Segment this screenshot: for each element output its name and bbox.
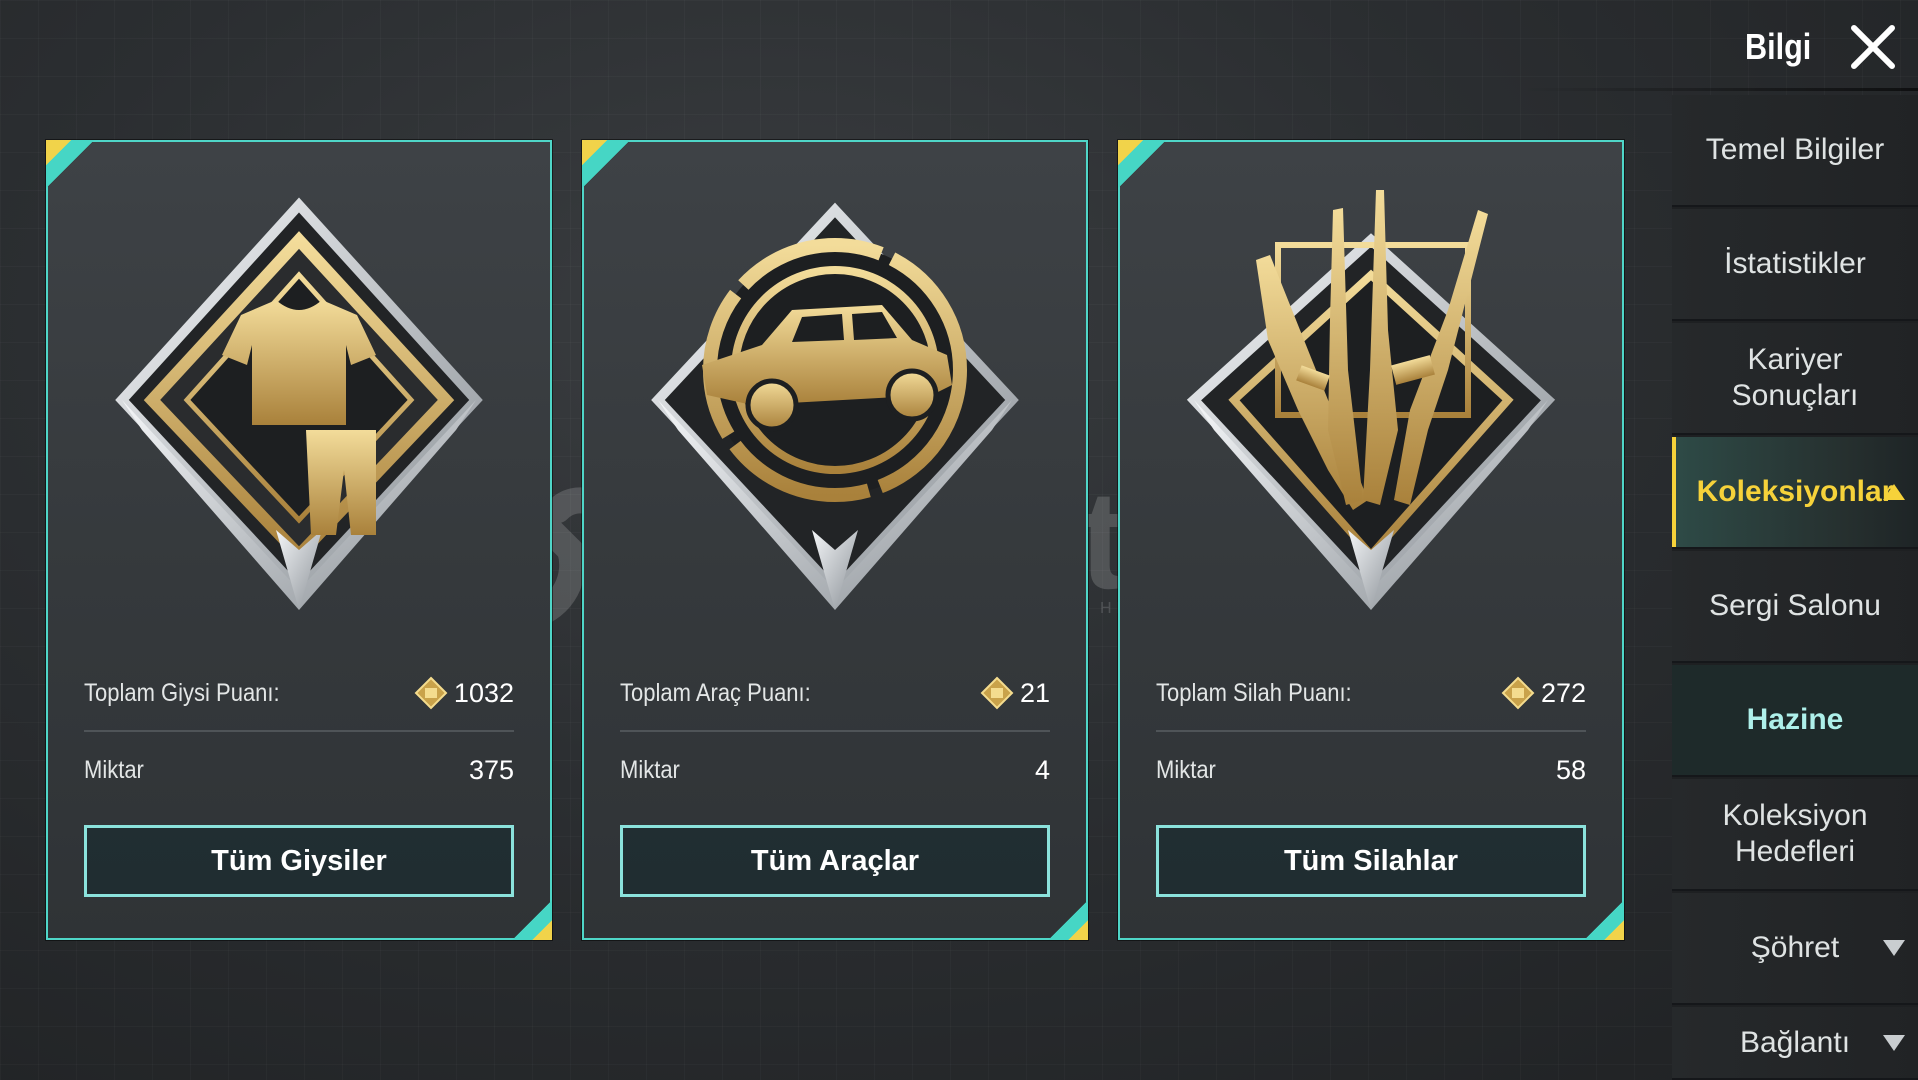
points-value: 21 (1019, 677, 1050, 708)
sidebar-item-label: Koleksiyonlar (1696, 475, 1894, 508)
sidebar-item-fame[interactable]: Şöhret (1672, 893, 1918, 1005)
count-label: Miktar (620, 755, 680, 784)
all-vehicles-button[interactable]: Tüm Araçlar (620, 825, 1050, 897)
count-row: Miktar 4 (620, 750, 1050, 790)
sidebar-item-label: Koleksiyon Hedefleri (1722, 799, 1868, 868)
sidebar-item-label: Şöhret (1750, 931, 1840, 964)
count-label: Miktar (1156, 755, 1216, 784)
sidebar-item-basic-info[interactable]: Temel Bilgiler (1672, 95, 1918, 207)
row-divider (84, 730, 514, 732)
points-label: Toplam Silah Puanı: (1156, 678, 1352, 707)
count-row: Miktar 58 (1156, 750, 1586, 790)
page-title: Bilgi (1745, 26, 1812, 67)
sidebar-item-career-results[interactable]: Kariyer Sonuçları (1672, 323, 1918, 435)
row-divider (620, 730, 1050, 732)
outfit-collection-card: Toplam Giysi Puanı: 1032 Miktar 375 Tüm … (46, 140, 552, 940)
all-weapons-button[interactable]: Tüm Silahlar (1156, 825, 1586, 897)
vehicle-emblem-icon (651, 202, 1019, 610)
points-label: Toplam Araç Puanı: (620, 678, 811, 707)
sidebar: Temel Bilgiler İstatistikler Kariyer Son… (1672, 95, 1918, 1080)
points-value: 272 (1540, 677, 1586, 708)
outfit-emblem-icon (115, 197, 483, 610)
collapse-arrow-icon (1883, 484, 1905, 500)
sidebar-item-collections[interactable]: Koleksiyonlar (1672, 437, 1918, 549)
sidebar-item-label: Temel Bilgiler (1705, 133, 1885, 166)
points-value-group: 272 (1501, 676, 1586, 710)
points-row: Toplam Giysi Puanı: 1032 (84, 673, 514, 713)
weapon-emblem-icon (1186, 190, 1556, 610)
sidebar-item-label: İstatistikler (1724, 247, 1866, 280)
sidebar-item-collection-goals[interactable]: Koleksiyon Hedefleri (1672, 779, 1918, 891)
close-button[interactable] (1848, 22, 1898, 72)
all-outfits-button[interactable]: Tüm Giysiler (84, 825, 514, 897)
points-value-group: 1032 (414, 676, 514, 710)
sidebar-item-label: Bağlantı (1739, 1026, 1851, 1059)
sidebar-item-treasure[interactable]: Hazine (1672, 665, 1918, 777)
sidebar-item-showroom[interactable]: Sergi Salonu (1672, 551, 1918, 663)
collection-point-icon (1501, 676, 1535, 710)
points-value-group: 21 (980, 676, 1050, 710)
sidebar-item-connection[interactable]: Bağlantı (1672, 1007, 1918, 1080)
points-label: Toplam Giysi Puanı: (84, 678, 280, 707)
collection-point-icon (980, 676, 1014, 710)
sidebar-item-label: Sergi Salonu (1709, 589, 1881, 622)
count-value: 58 (1555, 754, 1586, 785)
count-value: 4 (1034, 754, 1050, 785)
close-icon (1851, 25, 1895, 69)
vehicle-collection-card: Toplam Araç Puanı: 21 Miktar 4 Tüm Araçl… (582, 140, 1088, 940)
count-label: Miktar (84, 755, 144, 784)
points-row: Toplam Araç Puanı: 21 (620, 673, 1050, 713)
sidebar-item-label: Kariyer Sonuçları (1731, 343, 1859, 412)
sidebar-item-statistics[interactable]: İstatistikler (1672, 209, 1918, 321)
expand-arrow-icon (1883, 940, 1905, 956)
weapon-collection-card: Toplam Silah Puanı: 272 Miktar 58 Tüm Si… (1118, 140, 1624, 940)
expand-arrow-icon (1883, 1035, 1905, 1051)
sidebar-item-label: Hazine (1746, 703, 1844, 736)
count-row: Miktar 375 (84, 750, 514, 790)
collection-point-icon (414, 676, 448, 710)
count-value: 375 (468, 754, 514, 785)
header-divider (1520, 88, 1918, 91)
row-divider (1156, 730, 1586, 732)
points-value: 1032 (453, 677, 514, 708)
points-row: Toplam Silah Puanı: 272 (1156, 673, 1586, 713)
